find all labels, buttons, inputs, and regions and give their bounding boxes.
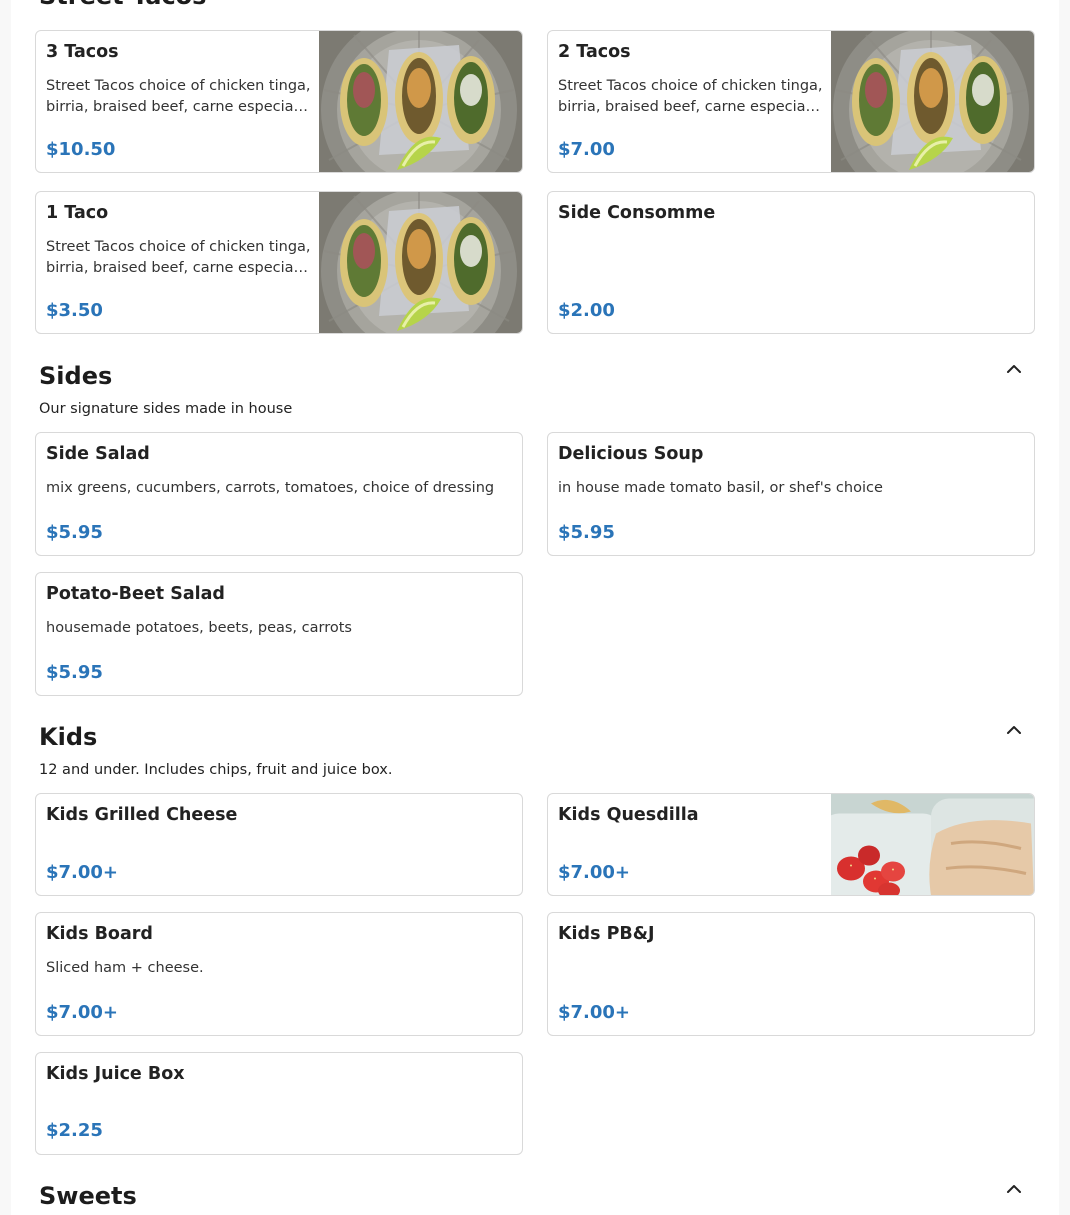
section-description: Our signature sides made in house bbox=[39, 401, 293, 417]
item-price: $7.00+ bbox=[46, 862, 119, 883]
item-price: $7.00+ bbox=[558, 862, 631, 883]
menu-item-card[interactable]: Kids PB&J $7.00+ bbox=[547, 912, 1035, 1036]
section-sides: Sides Our signature sides made in house … bbox=[35, 358, 1035, 700]
chevron-up-icon[interactable] bbox=[1003, 1178, 1025, 1200]
section-sweets: Sweets bbox=[39, 1180, 1025, 1215]
menu-item-card[interactable]: Kids Board Sliced ham + cheese. $7.00+ bbox=[35, 912, 523, 1036]
item-name: Potato-Beet Salad bbox=[46, 584, 225, 604]
menu-item-card[interactable]: 1 Taco Street Tacos choice of chicken ti… bbox=[35, 191, 523, 334]
item-price: $5.95 bbox=[558, 522, 615, 543]
item-name: Kids Grilled Cheese bbox=[46, 805, 238, 825]
item-description: Street Tacos choice of chicken tinga, bi… bbox=[46, 78, 311, 115]
tacos-photo bbox=[319, 31, 522, 172]
tacos-photo bbox=[831, 31, 1034, 172]
tacos-photo bbox=[319, 192, 522, 333]
menu-item-card[interactable]: Side Salad mix greens, cucumbers, carrot… bbox=[35, 432, 523, 556]
item-name: Side Consomme bbox=[558, 203, 716, 223]
item-price: $2.00 bbox=[558, 300, 615, 321]
quesadilla-photo bbox=[831, 794, 1034, 895]
item-price: $2.25 bbox=[46, 1120, 103, 1141]
item-name: 3 Tacos bbox=[46, 42, 119, 62]
item-description: mix greens, cucumbers, carrots, tomatoes… bbox=[46, 480, 495, 496]
chevron-up-icon[interactable] bbox=[1003, 358, 1025, 380]
section-description: 12 and under. Includes chips, fruit and … bbox=[39, 762, 393, 778]
item-description: Street Tacos choice of chicken tinga, bi… bbox=[46, 239, 311, 276]
section-title: Street Tacos bbox=[39, 0, 206, 10]
item-name: Side Salad bbox=[46, 444, 150, 464]
menu-item-card[interactable]: Side Consomme $2.00 bbox=[547, 191, 1035, 334]
item-name: Kids Board bbox=[46, 924, 153, 944]
item-description: housemade potatoes, beets, peas, carrots bbox=[46, 620, 352, 636]
item-name: Kids Quesdilla bbox=[558, 805, 699, 825]
section-title: Kids bbox=[39, 723, 98, 751]
menu-item-card[interactable]: Kids Grilled Cheese $7.00+ bbox=[35, 793, 523, 896]
item-name: 2 Tacos bbox=[558, 42, 631, 62]
item-description: Street Tacos choice of chicken tinga, bi… bbox=[558, 78, 823, 115]
section-kids: Kids 12 and under. Includes chips, fruit… bbox=[35, 719, 1035, 1161]
item-description: in house made tomato basil, or shef's ch… bbox=[558, 480, 883, 496]
section-title: Sweets bbox=[39, 1182, 137, 1210]
item-price: $5.95 bbox=[46, 662, 103, 683]
section-street-tacos: Street Tacos 3 Tacos Street Tacos choice… bbox=[35, 0, 1035, 340]
item-name: 1 Taco bbox=[46, 203, 109, 223]
menu-item-card[interactable]: Kids Juice Box $2.25 bbox=[35, 1052, 523, 1155]
item-price: $5.95 bbox=[46, 522, 103, 543]
menu-item-card[interactable]: Delicious Soup in house made tomato basi… bbox=[547, 432, 1035, 556]
section-title: Sides bbox=[39, 362, 113, 390]
menu-item-card[interactable]: Potato-Beet Salad housemade potatoes, be… bbox=[35, 572, 523, 696]
menu-item-card[interactable]: 2 Tacos Street Tacos choice of chicken t… bbox=[547, 30, 1035, 173]
item-price: $7.00+ bbox=[558, 1002, 631, 1023]
item-price: $7.00+ bbox=[46, 1002, 119, 1023]
item-price: $3.50 bbox=[46, 300, 103, 321]
menu-item-card[interactable]: Kids Quesdilla $7.00+ bbox=[547, 793, 1035, 896]
item-name: Kids Juice Box bbox=[46, 1064, 185, 1084]
item-price: $7.00 bbox=[558, 139, 615, 160]
item-price: $10.50 bbox=[46, 139, 116, 160]
item-description: Sliced ham + cheese. bbox=[46, 960, 204, 976]
menu-page: Street Tacos 3 Tacos Street Tacos choice… bbox=[11, 0, 1059, 1215]
menu-item-card[interactable]: 3 Tacos Street Tacos choice of chicken t… bbox=[35, 30, 523, 173]
item-name: Delicious Soup bbox=[558, 444, 704, 464]
chevron-up-icon[interactable] bbox=[1003, 719, 1025, 741]
item-name: Kids PB&J bbox=[558, 924, 655, 944]
